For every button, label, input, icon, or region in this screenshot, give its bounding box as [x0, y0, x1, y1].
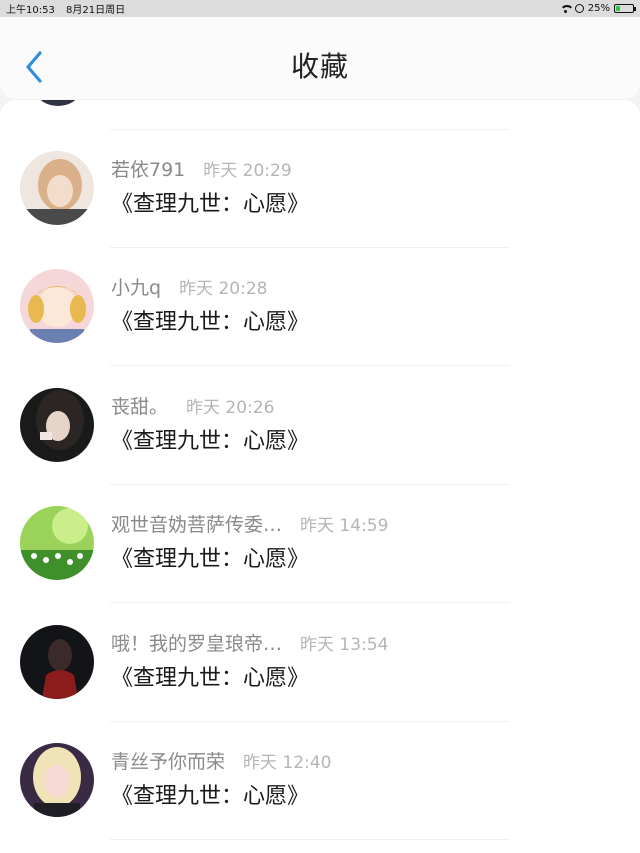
- avatar[interactable]: [20, 625, 94, 699]
- avatar: [37, 100, 79, 106]
- page-title: 收藏: [290, 50, 349, 83]
- list-item[interactable]: 青丝予你而荣 昨天 12:40 《查理九世：心愿》: [0, 743, 640, 853]
- avatar[interactable]: [20, 151, 94, 225]
- avatar[interactable]: [20, 506, 94, 580]
- username[interactable]: 哦！我的罗皇琅帝…: [111, 629, 282, 656]
- item-meta: 青丝予你而荣 昨天 12:40: [111, 747, 331, 774]
- favorites-list[interactable]: 若依791 昨天 20:29 《查理九世：心愿》 小九q 昨天 20:28 《查…: [0, 100, 640, 853]
- username[interactable]: 观世音妫菩萨传委…: [111, 510, 282, 537]
- divider: [110, 602, 510, 603]
- username[interactable]: 小九q: [111, 273, 161, 300]
- avatar[interactable]: [20, 269, 94, 343]
- item-title[interactable]: 《查理九世：心愿》: [111, 778, 309, 810]
- battery-icon: [614, 4, 636, 13]
- battery-percent: 25%: [587, 3, 610, 14]
- list-item[interactable]: 哦！我的罗皇琅帝… 昨天 13:54 《查理九世：心愿》: [0, 625, 640, 743]
- status-right: 25%: [559, 3, 636, 14]
- divider: [110, 721, 510, 722]
- status-left: 上午10:53 8月21日周日: [6, 1, 133, 16]
- list-item[interactable]: 小九q 昨天 20:28 《查理九世：心愿》: [0, 269, 640, 387]
- item-title[interactable]: 《查理九世：心愿》: [111, 423, 309, 455]
- divider: [110, 365, 510, 366]
- timestamp: 昨天 20:28: [179, 279, 268, 299]
- status-date: 8月21日周日: [66, 5, 126, 16]
- item-meta: 观世音妫菩萨传委… 昨天 14:59: [111, 510, 388, 537]
- item-title[interactable]: 《查理九世：心愿》: [111, 186, 309, 218]
- timestamp: 昨天 14:59: [300, 516, 389, 536]
- username[interactable]: 若依791: [111, 155, 185, 182]
- item-title[interactable]: 《查理九世：心愿》: [111, 541, 309, 573]
- wifi-icon: [559, 4, 574, 14]
- item-meta: 丧甜。 昨天 20:26: [111, 392, 274, 419]
- divider: [110, 839, 510, 840]
- item-meta: 哦！我的罗皇琅帝… 昨天 13:54: [111, 629, 388, 656]
- timestamp: 昨天 20:26: [186, 398, 275, 418]
- status-bar: 上午10:53 8月21日周日 25%: [0, 0, 640, 17]
- list-item[interactable]: 丧甜。 昨天 20:26 《查理九世：心愿》: [0, 388, 640, 506]
- item-title[interactable]: 《查理九世：心愿》: [111, 304, 309, 336]
- list-item[interactable]: 观世音妫菩萨传委… 昨天 14:59 《查理九世：心愿》: [0, 506, 640, 624]
- username[interactable]: 青丝予你而荣: [111, 747, 225, 774]
- item-title[interactable]: 《查理九世：心愿》: [111, 660, 309, 692]
- timestamp: 昨天 20:29: [203, 161, 292, 181]
- timestamp: 昨天 12:40: [243, 753, 332, 773]
- avatar[interactable]: [20, 743, 94, 817]
- divider: [110, 247, 510, 248]
- divider: [110, 129, 510, 130]
- status-time: 上午10:53: [6, 5, 55, 16]
- timestamp: 昨天 13:54: [300, 635, 389, 655]
- item-meta: 若依791 昨天 20:29: [111, 155, 292, 182]
- list-item[interactable]: 若依791 昨天 20:29 《查理九世：心愿》: [0, 151, 640, 269]
- header: 收藏: [0, 17, 640, 99]
- divider: [110, 484, 510, 485]
- avatar[interactable]: [20, 388, 94, 462]
- orientation-lock-icon: [574, 4, 584, 13]
- username[interactable]: 丧甜。: [111, 392, 168, 419]
- battery-fill: [616, 6, 620, 11]
- item-meta: 小九q 昨天 20:28: [111, 273, 267, 300]
